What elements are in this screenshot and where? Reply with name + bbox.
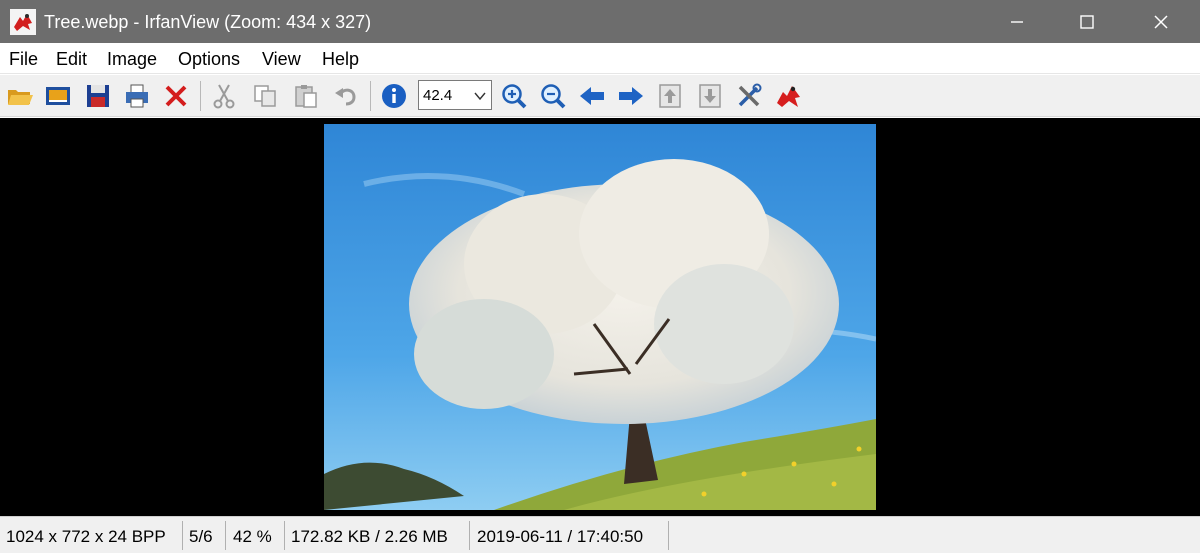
maximize-button[interactable] (1053, 0, 1121, 43)
status-separator (225, 521, 226, 550)
save-icon (87, 85, 109, 107)
close-button[interactable] (1127, 0, 1195, 43)
maximize-icon (1080, 14, 1094, 29)
close-icon (1154, 14, 1168, 29)
copy-icon (254, 85, 276, 107)
print-button[interactable] (121, 80, 153, 112)
status-index: 5/6 (189, 527, 213, 546)
delete-button[interactable] (160, 80, 192, 112)
paste-button[interactable] (290, 80, 322, 112)
toolbar: 42.4 (0, 75, 1200, 117)
copy-button[interactable] (249, 80, 281, 112)
last-page-button[interactable] (694, 80, 726, 112)
zoom-in-button[interactable] (498, 80, 530, 112)
menu-view[interactable]: View (262, 49, 301, 69)
irfanview-app-icon[interactable] (10, 9, 36, 35)
toolbar-separator (370, 81, 371, 111)
zoom-out-icon (541, 84, 566, 109)
menu-options[interactable]: Options (178, 49, 240, 69)
toolbar-separator (200, 81, 201, 111)
status-separator (182, 521, 183, 550)
zoom-out-button[interactable] (537, 80, 569, 112)
status-datetime: 2019-06-11 / 17:40:50 (477, 527, 644, 546)
previous-icon (580, 87, 604, 105)
status-separator (469, 521, 470, 550)
status-separator (284, 521, 285, 550)
info-icon (382, 84, 406, 108)
zoom-value: 42.4 (423, 87, 453, 104)
slideshow-icon (46, 87, 70, 105)
tree-photo (324, 124, 876, 510)
first-page-icon (659, 84, 681, 108)
minimize-button[interactable] (983, 0, 1051, 43)
menu-image[interactable]: Image (107, 49, 157, 69)
open-icon (8, 90, 33, 105)
cut-icon (213, 84, 235, 109)
menu-edit[interactable]: Edit (56, 49, 87, 69)
cut-button[interactable] (208, 80, 240, 112)
status-zoom: 42 % (233, 527, 272, 546)
menu-help[interactable]: Help (322, 49, 359, 69)
menu-bar: File Edit Image Options View Help (0, 43, 1200, 74)
image-viewer[interactable] (0, 118, 1200, 516)
open-button[interactable] (4, 80, 36, 112)
paste-icon (295, 85, 317, 108)
status-bar: 1024 x 772 x 24 BPP 5/6 42 % 172.82 KB /… (0, 516, 1200, 553)
first-page-button[interactable] (654, 80, 686, 112)
settings-button[interactable] (733, 80, 765, 112)
settings-icon (738, 83, 762, 107)
undo-icon (335, 88, 356, 106)
status-dimensions: 1024 x 772 x 24 BPP (6, 527, 166, 546)
zoom-combobox[interactable]: 42.4 (418, 80, 492, 110)
save-button[interactable] (82, 80, 114, 112)
slideshow-button[interactable] (42, 80, 74, 112)
print-icon (126, 84, 148, 108)
last-page-icon (699, 84, 721, 108)
chevron-down-icon[interactable] (473, 89, 487, 103)
title-bar: Tree.webp - IrfanView (Zoom: 434 x 327) (0, 0, 1200, 43)
window-title: Tree.webp - IrfanView (Zoom: 434 x 327) (44, 12, 372, 32)
status-file-size: 172.82 KB / 2.26 MB (291, 527, 448, 546)
undo-button[interactable] (330, 80, 362, 112)
next-icon (619, 87, 643, 105)
delete-icon (165, 85, 187, 107)
irfanview-logo-icon (777, 86, 800, 107)
next-button[interactable] (615, 80, 647, 112)
info-button[interactable] (378, 80, 410, 112)
about-button[interactable] (773, 80, 805, 112)
previous-button[interactable] (576, 80, 608, 112)
menu-file[interactable]: File (9, 49, 38, 69)
minimize-icon (1011, 20, 1023, 23)
status-separator (668, 521, 669, 550)
zoom-in-icon (502, 84, 527, 109)
